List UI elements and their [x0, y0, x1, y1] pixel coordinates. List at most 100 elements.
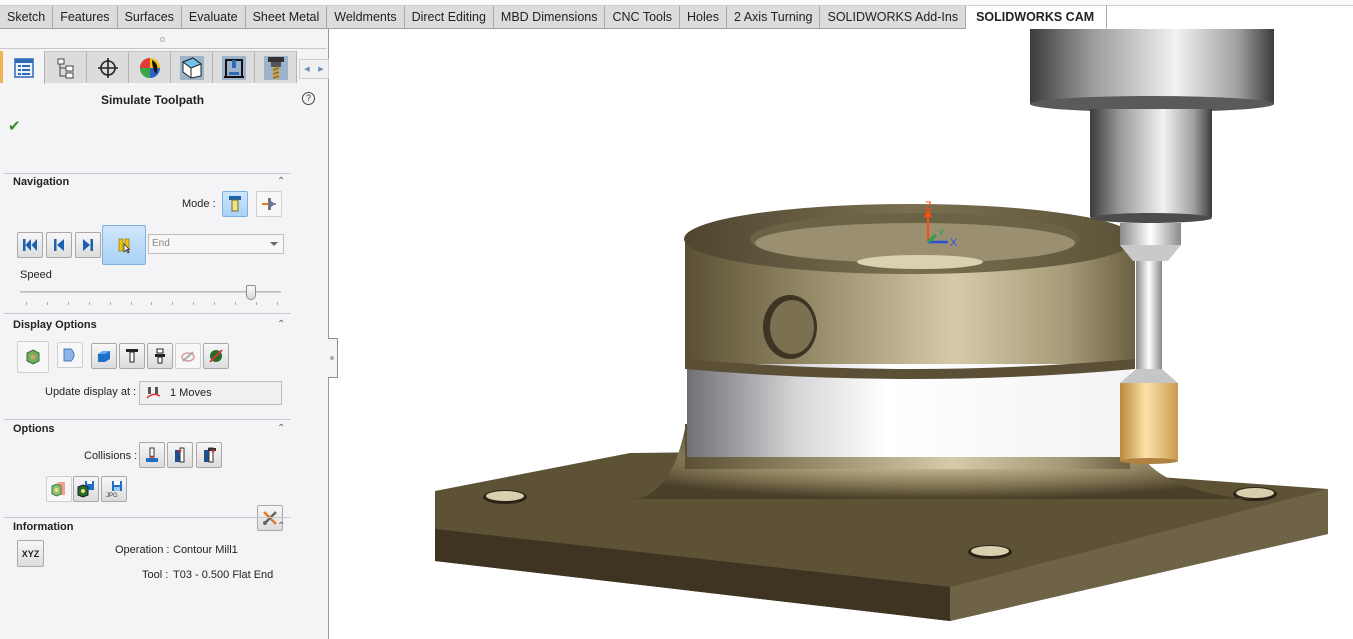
appearance-sphere-icon	[139, 57, 160, 78]
mode-part-button[interactable]	[256, 191, 282, 217]
panel-collapse-handle[interactable]	[328, 338, 338, 378]
mode-tool-button[interactable]	[222, 191, 248, 217]
help-icon[interactable]: ?	[302, 92, 315, 105]
compare-with-part-button[interactable]	[46, 476, 72, 502]
tab-cam-tool-tree[interactable]	[255, 51, 297, 83]
pause-icon	[118, 238, 131, 254]
moves-icon	[146, 387, 161, 399]
ok-checkmark-icon[interactable]: ✔	[8, 117, 21, 135]
save-stl-icon	[77, 481, 94, 498]
step-back-button[interactable]	[46, 232, 72, 258]
tool-mode-icon	[229, 196, 241, 212]
tab-cnc-tools[interactable]: CNC Tools	[605, 6, 680, 29]
scroll-left-icon[interactable]: ◀	[300, 65, 314, 73]
speed-slider-ticks	[26, 302, 278, 305]
panel-grip[interactable]	[160, 37, 165, 42]
tab-2-axis-turning[interactable]: 2 Axis Turning	[726, 6, 821, 29]
tab-dimxpert-manager[interactable]	[87, 51, 129, 83]
toolpath-icon	[181, 351, 195, 362]
divider	[0, 48, 327, 49]
divider	[4, 313, 291, 314]
tab-scroll-arrows: ◀ ▶	[299, 59, 329, 79]
property-manager-icon	[13, 57, 34, 78]
tool-label: Tool :	[142, 569, 169, 581]
tab-surfaces[interactable]: Surfaces	[117, 6, 182, 29]
save-jpg-button[interactable]: JPG	[101, 476, 127, 502]
manager-tabs: ◀ ▶	[0, 51, 329, 84]
tab-cam-feature-tree[interactable]	[171, 51, 213, 83]
cam-operation-tree-icon	[221, 55, 246, 80]
show-solid-button[interactable]	[91, 343, 117, 369]
cam-feature-tree-icon	[179, 55, 204, 80]
tab-configuration-manager[interactable]	[45, 51, 87, 83]
show-gouge-button[interactable]	[203, 343, 229, 369]
show-tool-button[interactable]	[119, 343, 145, 369]
tab-property-manager[interactable]	[3, 51, 45, 84]
jpg-label: JPG	[106, 493, 118, 498]
tab-sheet-metal[interactable]: Sheet Metal	[245, 6, 328, 29]
show-toolpath-button[interactable]	[175, 343, 201, 369]
scroll-right-icon[interactable]: ▶	[314, 65, 328, 73]
divider	[4, 173, 291, 174]
collapse-options-icon[interactable]: ⌃	[277, 423, 285, 434]
collapse-navigation-icon[interactable]: ⌃	[277, 176, 285, 187]
tab-solidworks-add-ins[interactable]: SOLIDWORKS Add-Ins	[820, 6, 967, 29]
collision-tool-icon	[146, 447, 158, 462]
tool-value: T03 - 0.500 Flat End	[173, 569, 274, 581]
mode-label: Mode :	[182, 198, 216, 210]
rewind-to-start-button[interactable]	[17, 232, 43, 258]
tab-sketch[interactable]: Sketch	[0, 6, 54, 29]
tool-shank	[1136, 261, 1162, 369]
step-back-icon	[54, 239, 64, 251]
step-mode-value: End	[152, 238, 170, 249]
divider	[4, 517, 291, 518]
tab-weldments[interactable]: Weldments	[327, 6, 405, 29]
page-title: Simulate Toolpath	[100, 93, 205, 107]
tool-cutter	[1120, 383, 1178, 461]
stock-icon	[26, 349, 40, 365]
divider	[4, 419, 291, 420]
configuration-manager-icon	[57, 58, 73, 78]
collision-holder-button[interactable]	[167, 442, 193, 468]
graphics-viewport[interactable]: Z Y X	[330, 29, 1353, 639]
xyz-button[interactable]: XYZ	[17, 540, 44, 567]
tab-evaluate[interactable]: Evaluate	[181, 6, 246, 29]
tab-cam-operation-tree[interactable]	[213, 51, 255, 83]
show-part-button[interactable]	[57, 342, 83, 368]
step-forward-button[interactable]	[75, 232, 101, 258]
tab-display-manager[interactable]	[129, 51, 171, 83]
collet	[1090, 109, 1212, 217]
show-holder-button[interactable]	[147, 343, 173, 369]
speed-slider-thumb[interactable]	[245, 285, 256, 300]
collision-shank-icon	[204, 447, 216, 463]
skip-to-start-icon	[23, 239, 37, 251]
operation-value: Contour Mill1	[173, 544, 238, 556]
tab-holes[interactable]: Holes	[680, 6, 727, 29]
step-forward-icon	[83, 239, 93, 251]
collision-tool-stock-button[interactable]	[139, 442, 165, 468]
step-mode-select[interactable]: End	[148, 234, 284, 254]
tool-icon	[126, 349, 138, 363]
collapse-information-icon[interactable]: ⌃	[277, 521, 285, 532]
section-options-title: Options	[13, 423, 55, 435]
tab-features[interactable]: Features	[53, 6, 118, 29]
operation-label: Operation :	[115, 544, 170, 556]
update-display-value: 1 Moves	[170, 387, 212, 399]
show-stock-button[interactable]	[17, 341, 49, 373]
update-display-field[interactable]: 1 Moves	[139, 381, 282, 405]
tab-mbd-dimensions[interactable]: MBD Dimensions	[493, 6, 606, 29]
speed-slider[interactable]	[20, 285, 281, 300]
collapse-display-options-icon[interactable]: ⌃	[277, 319, 285, 330]
save-stl-button[interactable]	[73, 476, 99, 502]
tab-direct-editing[interactable]: Direct Editing	[404, 6, 494, 29]
save-jpg-icon: JPG	[106, 481, 122, 498]
section-information-title: Information	[13, 521, 74, 533]
collision-shank-button[interactable]	[196, 442, 222, 468]
triad-label-z: Z	[925, 200, 932, 212]
part-mode-icon	[262, 198, 276, 210]
gouge-icon	[209, 349, 223, 363]
speed-label: Speed	[20, 269, 52, 281]
tab-solidworks-cam[interactable]: SOLIDWORKS CAM	[966, 6, 1108, 29]
pause-button[interactable]	[102, 225, 146, 265]
triad-label-x: X	[950, 237, 958, 249]
